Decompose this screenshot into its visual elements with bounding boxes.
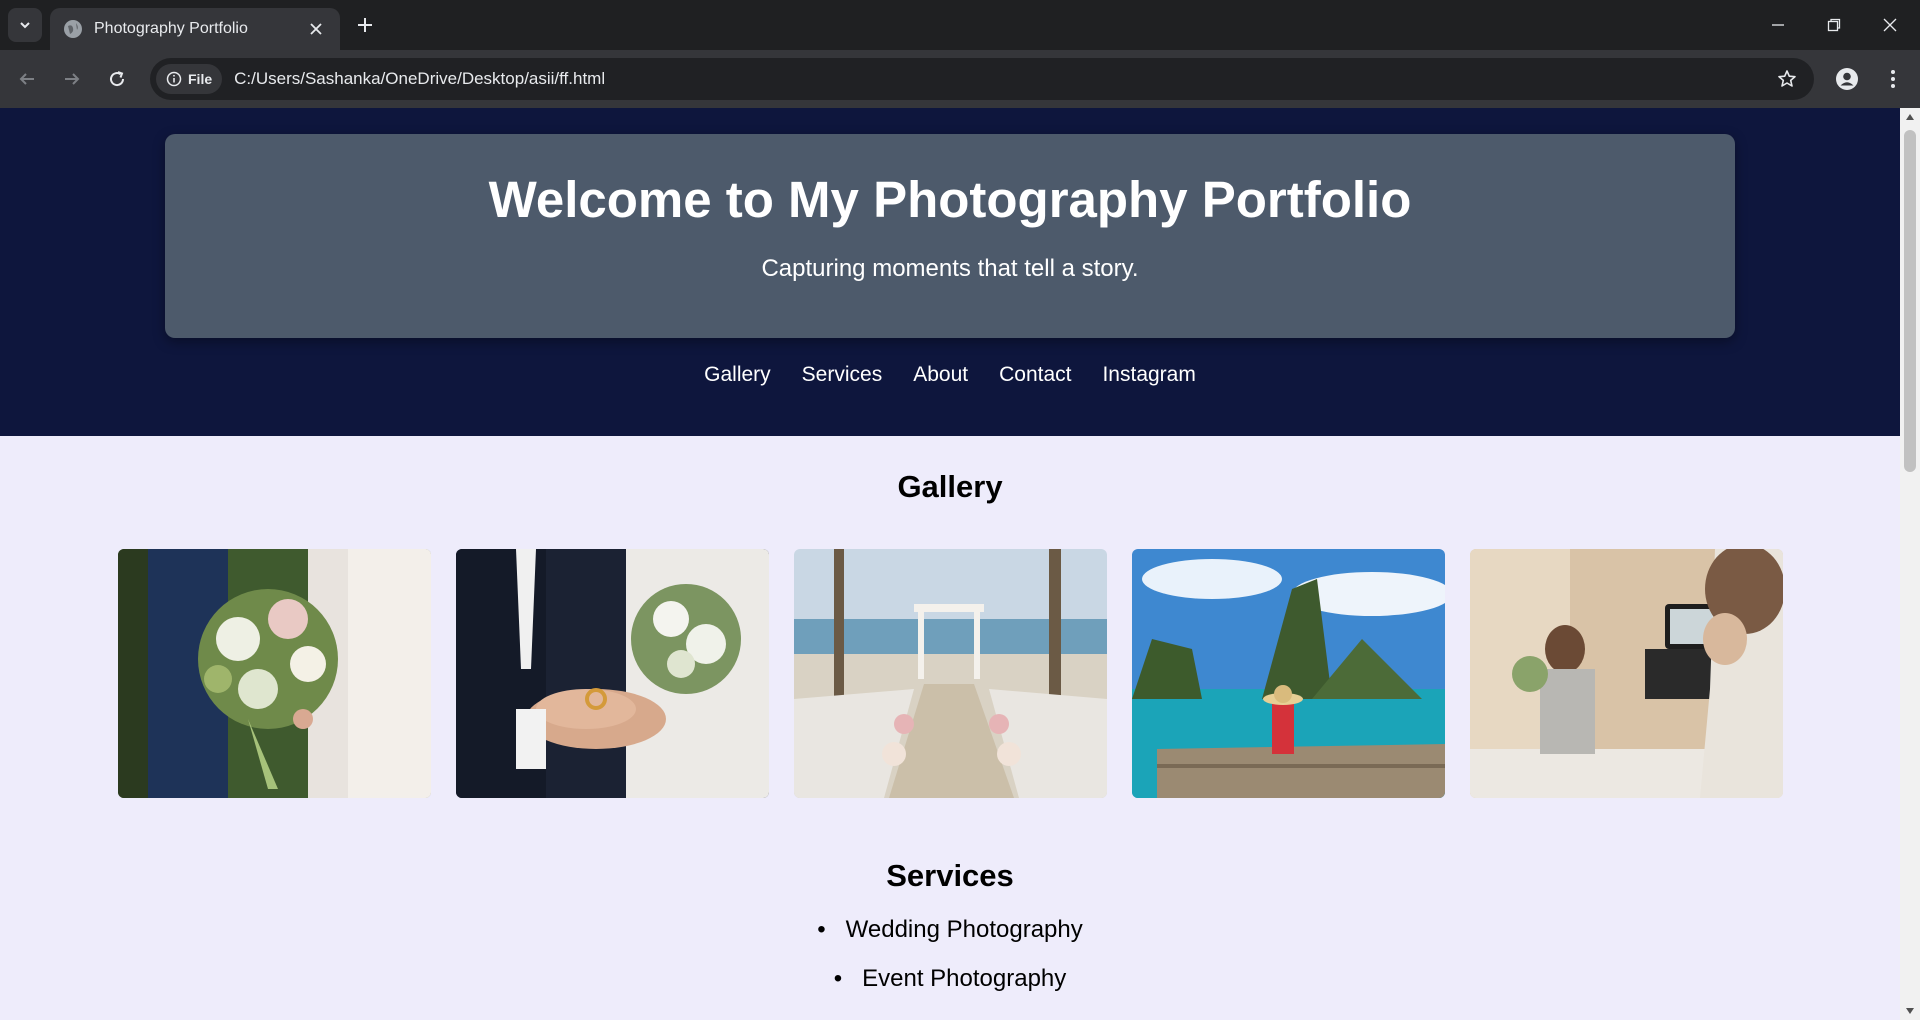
- list-item: Wedding Photography: [0, 916, 1900, 944]
- tab-title: Photography Portfolio: [94, 20, 248, 37]
- close-icon: [1883, 18, 1897, 32]
- minimize-button[interactable]: [1750, 0, 1806, 50]
- page-scrollbar[interactable]: [1900, 108, 1920, 1020]
- plus-icon: [358, 18, 372, 32]
- nav-link-services[interactable]: Services: [802, 363, 883, 387]
- tab-close-button[interactable]: [306, 19, 326, 39]
- arrow-right-icon: [65, 73, 80, 85]
- gallery-photo-rings[interactable]: [455, 549, 769, 798]
- gallery-section: Gallery: [0, 469, 1900, 798]
- avatar-icon: [1836, 68, 1858, 90]
- arrow-left-icon: [19, 73, 34, 85]
- browser-tab[interactable]: Photography Portfolio: [50, 8, 340, 50]
- restore-button[interactable]: [1806, 0, 1862, 50]
- reload-icon: [110, 71, 125, 87]
- list-item: Event Photography: [0, 965, 1900, 993]
- close-icon: [310, 23, 322, 35]
- triangle-up-icon: [1906, 114, 1914, 120]
- hero-tagline: Capturing moments that tell a story.: [761, 255, 1139, 283]
- globe-icon: [64, 20, 82, 38]
- nav-link-instagram[interactable]: Instagram: [1102, 363, 1195, 387]
- browser-toolbar: File C:/Users/Sashanka/OneDrive/Desktop/…: [0, 50, 1920, 108]
- info-icon: [166, 71, 182, 87]
- nav-link-contact[interactable]: Contact: [999, 363, 1071, 387]
- browser-tab-bar: Photography Portfolio: [0, 0, 1920, 50]
- chevron-down-icon: [20, 22, 30, 29]
- close-window-button[interactable]: [1862, 0, 1918, 50]
- gallery-photo-filming-florist[interactable]: [1469, 549, 1783, 798]
- nav-link-about[interactable]: About: [913, 363, 968, 387]
- minimize-icon: [1772, 24, 1784, 26]
- gallery-photo-tropical-traveler[interactable]: [1131, 549, 1445, 798]
- site-info-chip[interactable]: File: [156, 64, 223, 94]
- site-header: Welcome to My Photography Portfolio Capt…: [0, 108, 1900, 436]
- page-viewport: Welcome to My Photography Portfolio Capt…: [0, 108, 1900, 1020]
- services-list: Wedding Photography Event Photography: [0, 916, 1900, 993]
- tab-search-button[interactable]: [8, 8, 42, 42]
- nav-link-gallery[interactable]: Gallery: [704, 363, 771, 387]
- browser-menu-button[interactable]: [1876, 62, 1910, 96]
- star-icon: [1778, 70, 1796, 87]
- triangle-down-icon: [1906, 1008, 1914, 1014]
- hero-banner: Welcome to My Photography Portfolio Capt…: [165, 134, 1735, 338]
- site-chip-label: File: [188, 71, 213, 87]
- page-title: Welcome to My Photography Portfolio: [488, 171, 1412, 228]
- gallery-photo-beach-wedding[interactable]: [793, 549, 1107, 798]
- scroll-up-button[interactable]: [1900, 108, 1920, 126]
- forward-button[interactable]: [55, 62, 89, 96]
- new-tab-button[interactable]: [350, 10, 380, 40]
- services-heading: Services: [886, 858, 1014, 893]
- back-button[interactable]: [10, 62, 44, 96]
- scroll-down-button[interactable]: [1900, 1002, 1920, 1020]
- main-nav: Gallery Services About Contact Instagram: [0, 363, 1900, 387]
- address-bar[interactable]: File C:/Users/Sashanka/OneDrive/Desktop/…: [150, 58, 1814, 100]
- reload-button[interactable]: [100, 62, 134, 96]
- more-vertical-icon: [1891, 70, 1895, 88]
- scroll-thumb[interactable]: [1904, 130, 1916, 472]
- url-text[interactable]: C:/Users/Sashanka/OneDrive/Desktop/asii/…: [234, 69, 1770, 89]
- profile-button[interactable]: [1830, 62, 1864, 96]
- bookmark-button[interactable]: [1770, 62, 1804, 96]
- photo-gallery: [0, 549, 1900, 798]
- services-section: Services Wedding Photography Event Photo…: [0, 858, 1900, 993]
- restore-icon: [1827, 18, 1841, 32]
- gallery-photo-bouquet[interactable]: [117, 549, 431, 798]
- gallery-heading: Gallery: [897, 469, 1003, 504]
